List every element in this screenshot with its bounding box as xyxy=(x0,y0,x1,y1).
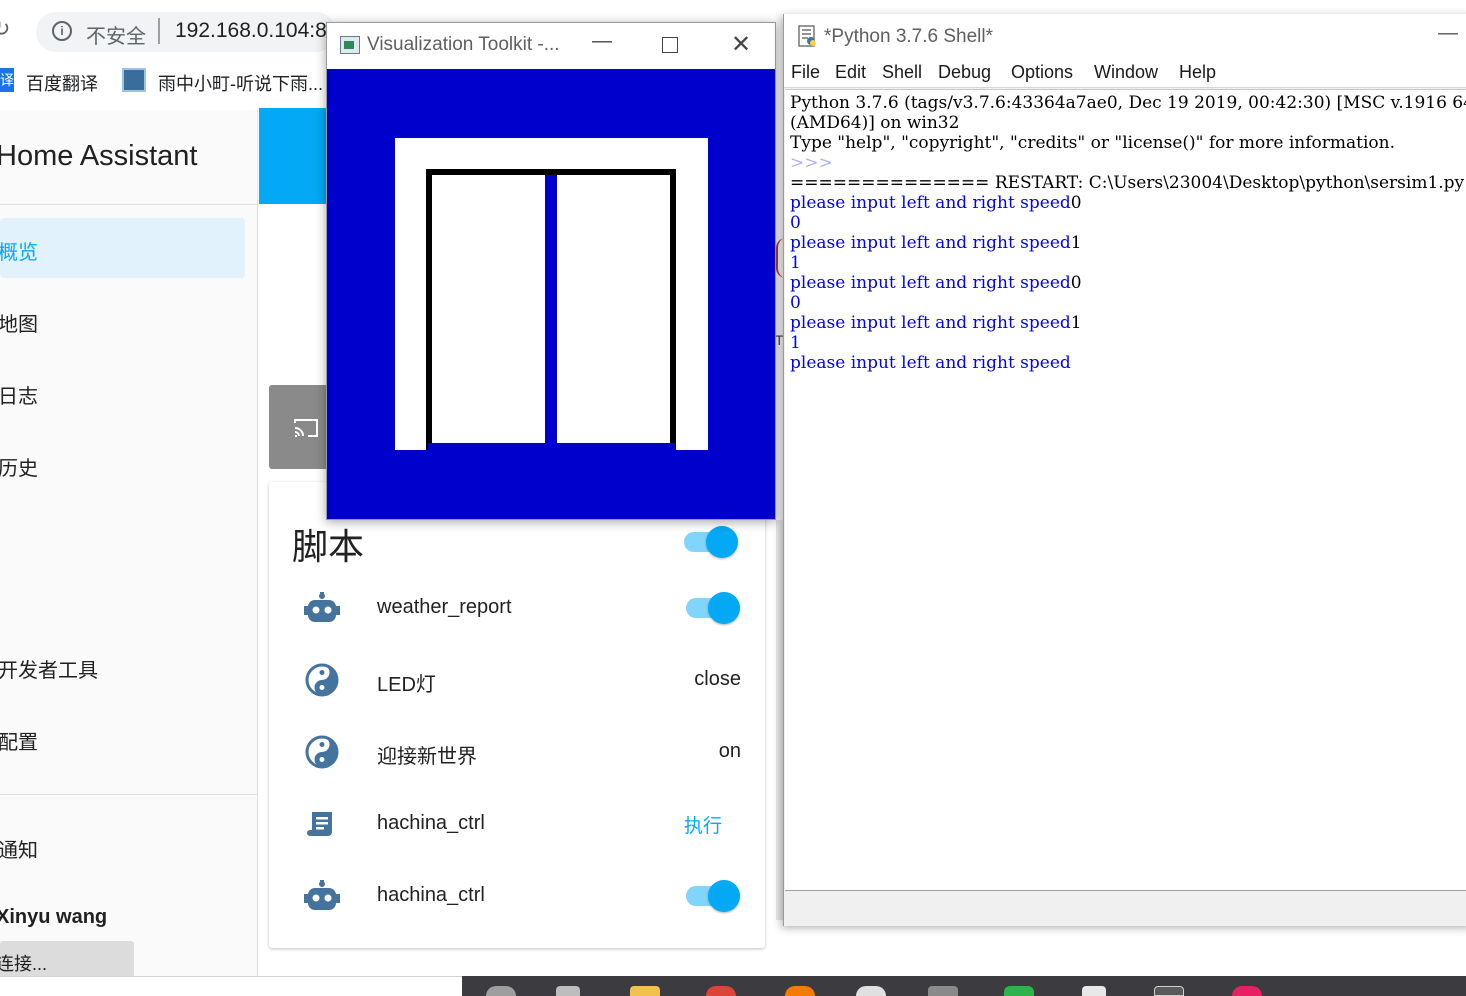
row-toggle[interactable] xyxy=(684,589,740,625)
sidebar-item-map[interactable]: 地图 xyxy=(0,308,38,337)
row-label[interactable]: LED灯 xyxy=(377,668,436,697)
shell-line: 1 xyxy=(790,333,801,353)
security-label[interactable]: 不安全 xyxy=(86,20,146,49)
sidebar-divider xyxy=(0,204,258,205)
maximize-icon[interactable] xyxy=(662,37,678,53)
taskbar-chrome-icon[interactable] xyxy=(706,986,736,996)
shell-line: please input left and right speed xyxy=(790,353,1071,373)
cast-icon[interactable] xyxy=(293,417,319,439)
sidebar-user-name[interactable]: Xinyu wang xyxy=(0,906,107,929)
menu-debug[interactable]: Debug xyxy=(938,62,991,83)
sidebar-item-notifications[interactable]: 通知 xyxy=(0,834,38,863)
shell-line: ============== RESTART: C:\Users\23004\D… xyxy=(790,173,1466,193)
shell-line: please input left and right speed0 xyxy=(790,273,1082,293)
taskbar-app-icon[interactable] xyxy=(928,986,958,996)
bookmark-rain-town[interactable]: 雨中小町-听说下雨... xyxy=(158,70,326,96)
url-text[interactable]: 192.168.0.104:8123 xyxy=(175,19,327,43)
shell-user-input: 0 xyxy=(1070,193,1082,213)
sidebar-divider xyxy=(0,794,258,795)
ha-app-title: Home Assistant xyxy=(0,140,198,172)
yin-yang-icon xyxy=(304,734,340,770)
shell-user-input: 0 xyxy=(1070,273,1082,293)
shell-line: 1 xyxy=(790,253,801,273)
sidebar-item-history[interactable]: 历史 xyxy=(0,452,38,481)
menu-edit[interactable]: Edit xyxy=(835,62,866,83)
taskbar-terminal-icon[interactable] xyxy=(1154,986,1184,996)
info-icon[interactable]: i xyxy=(52,21,72,41)
taskbar-idle-icon[interactable] xyxy=(1082,986,1106,996)
shell-line: (AMD64)] on win32 xyxy=(790,113,960,133)
shell-line: 0 xyxy=(790,293,801,313)
menu-shell[interactable]: Shell xyxy=(882,62,922,83)
shell-line: 0 xyxy=(790,213,801,233)
shell-line: Type "help", "copyright", "credits" or "… xyxy=(790,133,1396,153)
row-state: close xyxy=(694,668,741,690)
windows-taskbar xyxy=(462,976,1466,996)
shell-user-input: 1 xyxy=(1070,233,1082,253)
sidebar-item-logbook[interactable]: 日志 xyxy=(0,380,38,409)
shell-line: please input left and right speed1 xyxy=(790,233,1082,253)
menu-options[interactable]: Options xyxy=(1011,62,1073,83)
shell-text-area[interactable]: Python 3.7.6 (tags/v3.7.6:43364a7ae0, De… xyxy=(785,89,1466,891)
execute-button[interactable]: 执行 xyxy=(684,811,722,838)
taskbar-search-icon[interactable] xyxy=(486,986,516,996)
shell-line: please input left and right speed1 xyxy=(790,313,1082,333)
row-label[interactable]: hachina_ctrl xyxy=(377,812,485,835)
shell-user-input: 1 xyxy=(1070,313,1082,333)
browser-bottom-edge xyxy=(0,976,462,996)
vtk-render-canvas[interactable] xyxy=(327,69,775,519)
shell-output: please input left and right speed xyxy=(790,233,1071,253)
python-idle-icon xyxy=(796,24,818,48)
taskbar-explorer-icon[interactable] xyxy=(630,986,660,996)
bookmark-image-icon[interactable] xyxy=(122,68,146,92)
taskbar-app-icon[interactable] xyxy=(1232,986,1262,996)
translate-bookmark-icon[interactable]: 译 xyxy=(0,68,14,92)
reload-icon[interactable]: ↻ xyxy=(0,18,14,40)
door-frame-model xyxy=(395,138,708,450)
card-header-toggle[interactable] xyxy=(682,523,738,559)
taskbar-wechat-icon[interactable] xyxy=(1004,986,1034,996)
shell-output: please input left and right speed xyxy=(790,273,1071,293)
shell-output: please input left and right speed xyxy=(790,193,1071,213)
shell-line: please input left and right speed0 xyxy=(790,193,1082,213)
vtk-window-title: Visualization Toolkit -... xyxy=(367,34,560,55)
row-label[interactable]: hachina_ctrl xyxy=(377,884,485,907)
connection-status: 连接... xyxy=(0,954,48,974)
python-shell-title: *Python 3.7.6 Shell* xyxy=(824,26,994,47)
menu-help[interactable]: Help xyxy=(1179,62,1216,83)
vtk-app-icon xyxy=(340,36,360,54)
menu-window[interactable]: Window xyxy=(1094,62,1158,83)
shell-output: please input left and right speed xyxy=(790,313,1071,333)
row-state: on xyxy=(718,740,741,762)
row-label[interactable]: weather_report xyxy=(377,596,512,619)
sidebar-item-developer-tools[interactable]: 开发者工具 xyxy=(0,654,98,683)
menu-file[interactable]: File xyxy=(791,62,820,83)
address-separator xyxy=(158,18,160,44)
sidebar-item-overview-label[interactable]: 概览 xyxy=(0,236,38,265)
shell-status-bar xyxy=(784,892,1466,926)
robot-icon xyxy=(304,878,340,914)
close-icon[interactable]: ✕ xyxy=(731,30,751,59)
taskbar-app-icon[interactable] xyxy=(856,986,886,996)
shell-line: Python 3.7.6 (tags/v3.7.6:43364a7ae0, De… xyxy=(790,93,1466,113)
robot-icon xyxy=(304,590,340,626)
card-title: 脚本 xyxy=(292,526,365,567)
minimize-icon[interactable]: — xyxy=(1438,22,1458,45)
row-toggle[interactable] xyxy=(684,877,740,913)
bookmark-baidu-translate[interactable]: 百度翻译 xyxy=(26,70,98,96)
script-icon xyxy=(304,806,340,842)
row-label[interactable]: 迎接新世界 xyxy=(377,740,477,769)
taskbar-taskview-icon[interactable] xyxy=(556,986,580,996)
shell-prompt: >>> xyxy=(790,153,833,173)
minimize-icon[interactable]: — xyxy=(592,30,612,53)
sidebar-item-configuration[interactable]: 配置 xyxy=(0,726,38,755)
taskbar-app-icon[interactable] xyxy=(785,986,815,996)
yin-yang-icon xyxy=(304,662,340,698)
